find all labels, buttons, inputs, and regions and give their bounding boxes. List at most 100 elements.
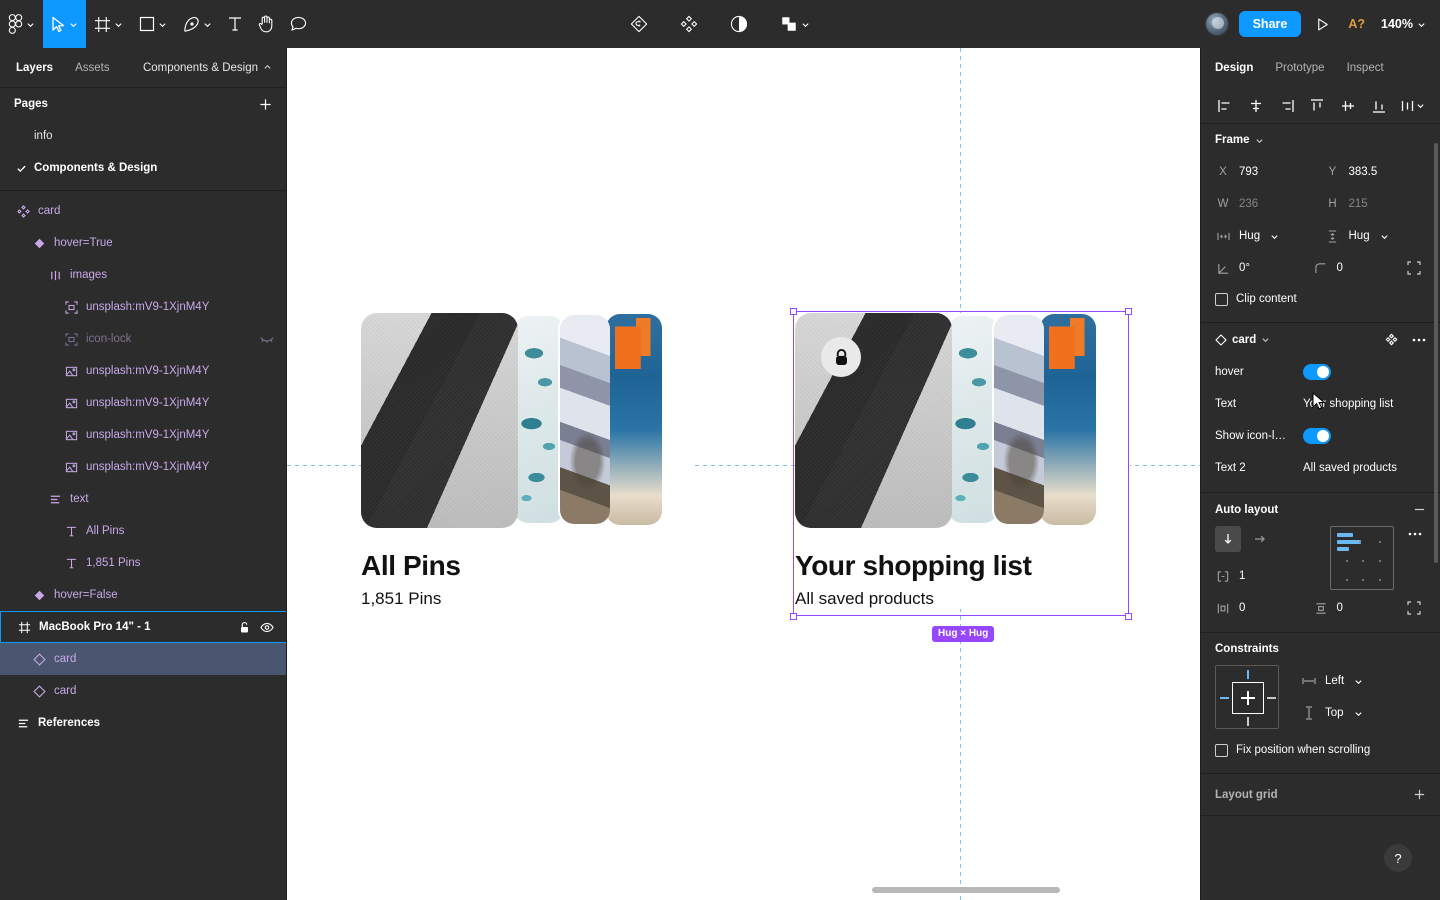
width-field[interactable]: W 236 bbox=[1215, 188, 1317, 220]
hand-tool-icon[interactable] bbox=[250, 0, 282, 48]
selection-handle-bl[interactable] bbox=[790, 613, 797, 620]
layer-row[interactable]: MacBook Pro 14" - 1 bbox=[0, 611, 286, 643]
height-field[interactable]: H 215 bbox=[1325, 188, 1427, 220]
figma-menu-icon[interactable] bbox=[0, 0, 43, 48]
frame-tool-icon[interactable] bbox=[86, 0, 131, 48]
rotation-field[interactable]: 0° bbox=[1215, 252, 1305, 284]
more-options-icon[interactable] bbox=[1412, 338, 1426, 342]
right-panel-scrollbar[interactable] bbox=[1434, 143, 1438, 563]
layer-row[interactable]: References bbox=[0, 707, 286, 739]
constraints-widget[interactable] bbox=[1215, 665, 1279, 729]
align-horizontal-center-icon[interactable] bbox=[1244, 94, 1268, 118]
layer-row[interactable]: hover=False bbox=[0, 579, 286, 611]
add-layout-grid-button[interactable] bbox=[1413, 788, 1426, 801]
alignment-preview[interactable] bbox=[1330, 526, 1394, 590]
selection-handle-tl[interactable] bbox=[790, 308, 797, 315]
page-item-components-design[interactable]: Components & Design bbox=[0, 152, 286, 184]
layer-row[interactable]: icon-lock bbox=[0, 323, 286, 355]
layer-row[interactable]: images bbox=[0, 259, 286, 291]
clip-content-checkbox[interactable]: Clip content bbox=[1215, 284, 1426, 314]
canvas-horizontal-scrollbar[interactable] bbox=[872, 887, 1060, 893]
align-bottom-icon[interactable] bbox=[1367, 94, 1391, 118]
selection-handle-tr[interactable] bbox=[1125, 308, 1132, 315]
hover-toggle[interactable] bbox=[1303, 364, 1331, 380]
layer-row[interactable]: card bbox=[0, 675, 286, 707]
layer-row[interactable]: unsplash:mV9-1XjnM4Y bbox=[0, 387, 286, 419]
canvas[interactable]: All Pins 1,851 Pins Your shopping list A… bbox=[287, 48, 1200, 900]
direction-vertical-button[interactable] bbox=[1215, 526, 1241, 552]
actions-icon[interactable] bbox=[622, 0, 656, 48]
boolean-icon[interactable] bbox=[772, 0, 818, 48]
fix-position-checkbox[interactable]: Fix position when scrolling bbox=[1215, 735, 1426, 765]
layer-row[interactable]: unsplash:mV9-1XjnM4Y bbox=[0, 451, 286, 483]
avatar[interactable] bbox=[1204, 12, 1229, 36]
tab-layers[interactable]: Layers bbox=[16, 62, 53, 74]
tab-design[interactable]: Design bbox=[1215, 62, 1253, 74]
align-top-icon[interactable] bbox=[1305, 94, 1329, 118]
eye-icon[interactable] bbox=[260, 622, 274, 633]
swap-instance-icon[interactable] bbox=[1385, 333, 1398, 346]
constraint-tick-right[interactable] bbox=[1267, 697, 1276, 699]
align-left-icon[interactable] bbox=[1213, 94, 1237, 118]
layer-row[interactable]: unsplash:mV9-1XjnM4Y bbox=[0, 291, 286, 323]
distribute-icon[interactable] bbox=[1398, 94, 1428, 118]
text-value[interactable]: Your shopping list bbox=[1303, 398, 1393, 410]
constraint-tick-top[interactable] bbox=[1247, 670, 1249, 679]
align-vertical-center-icon[interactable] bbox=[1336, 94, 1360, 118]
help-button[interactable]: ? bbox=[1384, 844, 1412, 872]
pen-tool-icon[interactable] bbox=[175, 0, 220, 48]
individual-padding-button[interactable] bbox=[1402, 601, 1426, 615]
frame-section-title[interactable]: Frame bbox=[1215, 134, 1264, 146]
remove-auto-layout-button[interactable] bbox=[1413, 503, 1426, 516]
layers-scrollbar[interactable] bbox=[280, 178, 284, 698]
layer-row[interactable]: All Pins bbox=[0, 515, 286, 547]
constraint-vertical-field[interactable]: Top bbox=[1301, 697, 1363, 729]
eye-closed-icon[interactable] bbox=[260, 336, 274, 343]
padding-horizontal-field[interactable]: 0 bbox=[1215, 592, 1305, 624]
add-page-button[interactable] bbox=[259, 98, 272, 111]
y-field[interactable]: Y 383.5 bbox=[1325, 156, 1427, 188]
page-item-info[interactable]: info bbox=[0, 120, 286, 152]
component-title[interactable]: card bbox=[1215, 334, 1270, 346]
align-right-icon[interactable] bbox=[1275, 94, 1299, 118]
direction-horizontal-button[interactable] bbox=[1247, 526, 1273, 552]
layer-row[interactable]: card bbox=[0, 643, 286, 675]
layer-row[interactable]: unsplash:mV9-1XjnM4Y bbox=[0, 355, 286, 387]
library-name[interactable]: Components & Design bbox=[143, 62, 272, 74]
resize-width-field[interactable]: Hug bbox=[1215, 220, 1317, 252]
share-button[interactable]: Share bbox=[1238, 11, 1302, 37]
zoom-control[interactable]: 140% bbox=[1379, 17, 1428, 31]
layer-row[interactable]: hover=True bbox=[0, 227, 286, 259]
auto-layout-more-icon[interactable] bbox=[1404, 526, 1426, 536]
lock-icon[interactable] bbox=[239, 621, 250, 634]
constraint-horizontal-field[interactable]: Left bbox=[1301, 665, 1363, 697]
card-all-pins[interactable]: All Pins 1,851 Pins bbox=[361, 313, 691, 609]
status-badge[interactable]: A? bbox=[1344, 17, 1369, 31]
present-button[interactable] bbox=[1311, 17, 1334, 32]
tab-inspect[interactable]: Inspect bbox=[1347, 62, 1384, 74]
shape-tool-icon[interactable] bbox=[131, 0, 175, 48]
spacing-field[interactable]: 1 bbox=[1215, 560, 1320, 592]
tab-assets[interactable]: Assets bbox=[75, 62, 110, 74]
x-field[interactable]: X 793 bbox=[1215, 156, 1317, 188]
text2-value[interactable]: All saved products bbox=[1303, 462, 1397, 474]
independent-corners-button[interactable] bbox=[1402, 261, 1426, 275]
contrast-icon[interactable] bbox=[722, 0, 756, 48]
layer-row[interactable]: card bbox=[0, 195, 286, 227]
constraint-tick-bottom[interactable] bbox=[1247, 717, 1249, 726]
move-tool-icon[interactable] bbox=[43, 0, 86, 48]
components-icon[interactable] bbox=[672, 0, 706, 48]
comment-tool-icon[interactable] bbox=[282, 0, 315, 48]
corner-radius-field[interactable]: 0 bbox=[1313, 252, 1403, 284]
selection-handle-br[interactable] bbox=[1125, 613, 1132, 620]
padding-vertical-field[interactable]: 0 bbox=[1313, 592, 1403, 624]
resize-height-field[interactable]: Hug bbox=[1325, 220, 1427, 252]
tab-prototype[interactable]: Prototype bbox=[1275, 62, 1324, 74]
layer-row[interactable]: unsplash:mV9-1XjnM4Y bbox=[0, 419, 286, 451]
show-icon-lock-toggle[interactable] bbox=[1303, 428, 1331, 444]
layer-row[interactable]: 1,851 Pins bbox=[0, 547, 286, 579]
constraint-tick-left[interactable] bbox=[1220, 697, 1229, 699]
text-tool-icon[interactable] bbox=[220, 0, 250, 48]
card-your-shopping-list[interactable]: Your shopping list All saved products bbox=[795, 313, 1130, 609]
layer-row[interactable]: text bbox=[0, 483, 286, 515]
